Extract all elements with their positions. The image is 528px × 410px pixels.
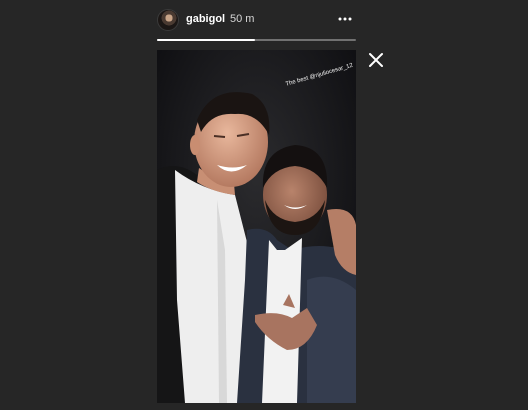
close-button[interactable] xyxy=(367,51,385,69)
avatar[interactable] xyxy=(157,9,179,31)
close-icon xyxy=(369,53,383,67)
more-options-button[interactable] xyxy=(336,10,354,28)
story-progress-track xyxy=(157,39,356,41)
story-progress-fill xyxy=(157,39,255,41)
timestamp: 50 m xyxy=(230,13,255,25)
more-options-icon xyxy=(338,17,352,21)
story-photo xyxy=(157,50,356,403)
story-viewer: gabigol 50 m The best @njuliocesar_12 xyxy=(0,0,528,410)
story-media[interactable]: The best @njuliocesar_12 xyxy=(157,50,356,403)
story-header: gabigol 50 m xyxy=(157,8,356,32)
username[interactable]: gabigol xyxy=(186,13,225,25)
